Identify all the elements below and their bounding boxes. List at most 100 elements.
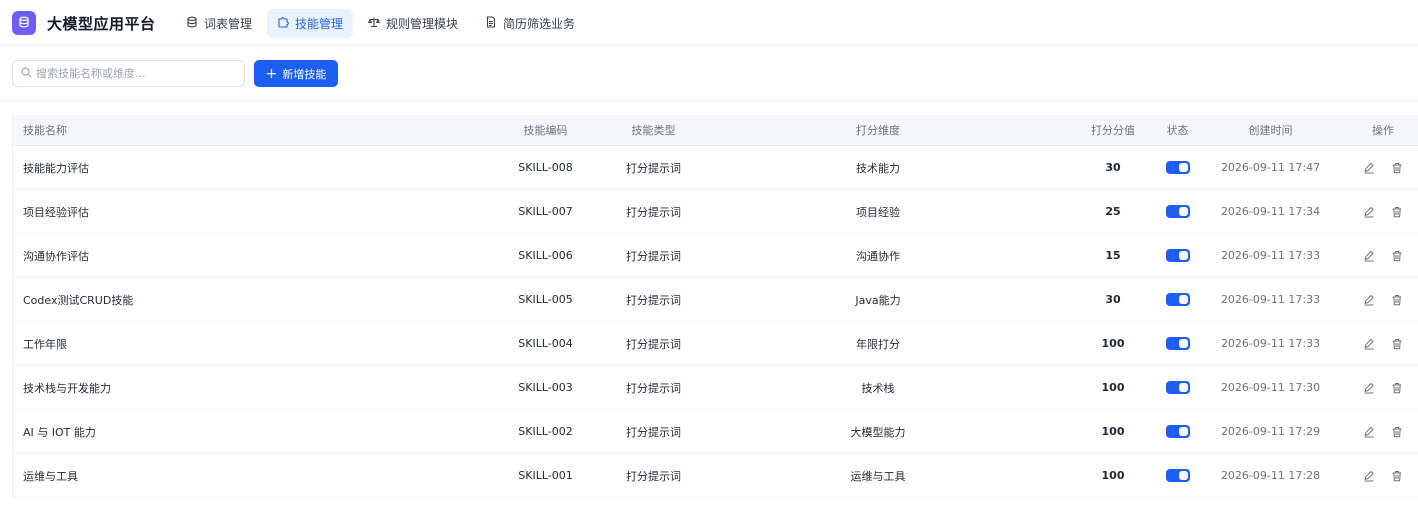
- status-toggle[interactable]: [1165, 381, 1190, 394]
- database-icon: [18, 16, 30, 31]
- skill-name: 项目经验评估: [23, 205, 89, 219]
- ops-cell: [1353, 454, 1413, 497]
- delete-icon[interactable]: [1389, 204, 1405, 220]
- created-time: 2026-09-11 17:47: [1220, 161, 1321, 174]
- status-cell: [1155, 278, 1200, 321]
- skill-dimension: 运维与工具: [850, 469, 906, 483]
- toggle-knob: [1178, 163, 1188, 172]
- scale-icon: [368, 16, 386, 31]
- delete-icon[interactable]: [1389, 248, 1405, 264]
- tab-label: 技能管理: [295, 17, 344, 31]
- status-cell: [1155, 234, 1200, 277]
- table-header: 技能名称 技能编码 技能类型 打分维度 打分分值 状态 创建时间 操作: [13, 115, 1418, 146]
- skill-dimension: 技术栈: [861, 381, 895, 395]
- created-time: 2026-09-11 17:33: [1220, 293, 1321, 306]
- tab-rules[interactable]: 规则管理模块: [358, 9, 468, 38]
- header-type: 技能类型: [631, 124, 676, 137]
- delete-icon[interactable]: [1389, 292, 1405, 308]
- toggle-knob: [1178, 383, 1188, 392]
- app-logo[interactable]: [12, 11, 36, 35]
- skill-name: 沟通协作评估: [23, 249, 89, 263]
- ops-cell: [1353, 410, 1413, 453]
- skill-score: 30: [1105, 293, 1121, 306]
- ops-cell: [1353, 366, 1413, 409]
- edit-icon[interactable]: [1361, 292, 1377, 308]
- created-time: 2026-09-11 17:28: [1220, 469, 1321, 482]
- skill-score: 100: [1101, 337, 1125, 350]
- puzzle-icon: [277, 16, 295, 31]
- status-cell: [1155, 366, 1200, 409]
- skill-type: 打分提示词: [626, 469, 681, 483]
- skill-dimension: 大模型能力: [850, 425, 906, 439]
- header-status: 状态: [1166, 124, 1189, 137]
- skill-code: SKILL-002: [518, 425, 573, 438]
- edit-icon[interactable]: [1361, 248, 1377, 264]
- plus-icon: +: [265, 65, 278, 82]
- status-toggle[interactable]: [1165, 469, 1190, 482]
- search-input[interactable]: [36, 67, 236, 80]
- delete-icon[interactable]: [1389, 160, 1405, 176]
- status-toggle[interactable]: [1165, 425, 1190, 438]
- toggle-knob: [1178, 471, 1188, 480]
- created-time: 2026-09-11 17:30: [1220, 381, 1321, 394]
- tab-label: 简历筛选业务: [503, 17, 576, 31]
- edit-icon[interactable]: [1361, 468, 1377, 484]
- delete-icon[interactable]: [1389, 424, 1405, 440]
- status-toggle[interactable]: [1165, 249, 1190, 262]
- skill-code: SKILL-004: [518, 337, 573, 350]
- delete-icon[interactable]: [1389, 336, 1405, 352]
- status-toggle[interactable]: [1165, 337, 1190, 350]
- tab-skills[interactable]: 技能管理: [267, 9, 354, 38]
- created-time: 2026-09-11 17:34: [1220, 205, 1321, 218]
- edit-icon[interactable]: [1361, 204, 1377, 220]
- created-time: 2026-09-11 17:33: [1220, 337, 1321, 350]
- table-row: AI 与 IOT 能力 SKILL-002 打分提示词 大模型能力 100 2026-09…: [13, 410, 1418, 454]
- skill-name: Codex测试CRUD技能: [23, 293, 134, 307]
- toggle-knob: [1178, 339, 1188, 348]
- header-score: 打分分值: [1091, 124, 1135, 137]
- skill-name: AI 与 IOT 能力: [23, 425, 96, 439]
- status-cell: [1155, 322, 1200, 365]
- skill-dimension: 项目经验: [856, 205, 900, 219]
- add-skill-button[interactable]: + 新增技能: [254, 60, 338, 87]
- skill-type: 打分提示词: [626, 249, 681, 263]
- skill-type: 打分提示词: [626, 337, 681, 351]
- status-toggle[interactable]: [1165, 161, 1190, 174]
- status-toggle[interactable]: [1165, 293, 1190, 306]
- table-row: 项目经验评估 SKILL-007 打分提示词 项目经验 25 2026-09-11 17:…: [13, 190, 1418, 234]
- skill-type: 打分提示词: [626, 381, 681, 395]
- skill-dimension: Java能力: [855, 293, 901, 307]
- table-row: Codex测试CRUD技能 SKILL-005 打分提示词 Java能力 30 2026-…: [13, 278, 1418, 322]
- edit-icon[interactable]: [1361, 160, 1377, 176]
- skill-code: SKILL-001: [518, 469, 573, 482]
- status-toggle[interactable]: [1165, 205, 1190, 218]
- table-row: 工作年限 SKILL-004 打分提示词 年限打分 100 2026-09-11 17:3…: [13, 322, 1418, 366]
- ops-cell: [1353, 234, 1413, 277]
- skill-dimension: 技术能力: [856, 161, 900, 175]
- skill-score: 30: [1105, 161, 1121, 174]
- table-row: 技能能力评估 SKILL-008 打分提示词 技术能力 30 2026-09-11 17:…: [13, 146, 1418, 190]
- table-row: 运维与工具 SKILL-001 打分提示词 运维与工具 100 2026-09-11 17…: [13, 454, 1418, 498]
- skill-code: SKILL-007: [518, 205, 573, 218]
- table-row: 沟通协作评估 SKILL-006 打分提示词 沟通协作 15 2026-09-11 17:…: [13, 234, 1418, 278]
- skill-name: 运维与工具: [23, 469, 78, 483]
- ops-cell: [1353, 278, 1413, 321]
- edit-icon[interactable]: [1361, 380, 1377, 396]
- app-title: 大模型应用平台: [47, 15, 156, 33]
- skill-code: SKILL-006: [518, 249, 573, 262]
- search-box[interactable]: [12, 60, 245, 87]
- skill-type: 打分提示词: [626, 205, 681, 219]
- skill-type: 打分提示词: [626, 293, 681, 307]
- tab-vocabulary[interactable]: 词表管理: [176, 9, 262, 38]
- toggle-knob: [1178, 251, 1188, 260]
- delete-icon[interactable]: [1389, 468, 1405, 484]
- status-cell: [1155, 410, 1200, 453]
- edit-icon[interactable]: [1361, 336, 1377, 352]
- delete-icon[interactable]: [1389, 380, 1405, 396]
- toggle-knob: [1178, 207, 1188, 216]
- tab-resume[interactable]: 简历筛选业务: [475, 9, 585, 38]
- skill-score: 15: [1105, 249, 1121, 262]
- edit-icon[interactable]: [1361, 424, 1377, 440]
- header-code: 技能编码: [523, 124, 568, 137]
- skills-table: 技能名称 技能编码 技能类型 打分维度 打分分值 状态 创建时间 操作 技能能力…: [12, 115, 1418, 498]
